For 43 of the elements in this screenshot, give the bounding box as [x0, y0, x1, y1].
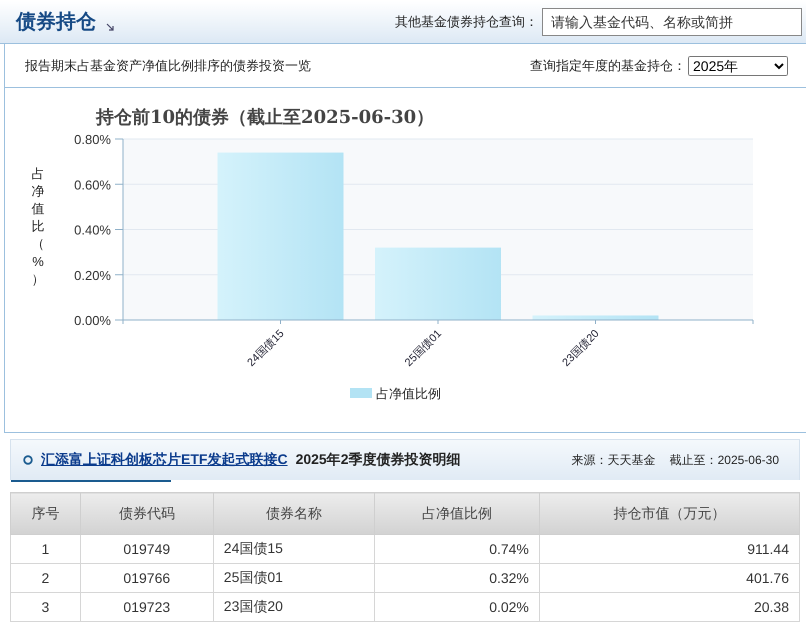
x-tick-label: 25国债01 [402, 328, 444, 369]
table-cell: 019749 [80, 534, 214, 564]
y-axis-title: 占净值比（%） [32, 166, 44, 286]
x-tick-label: 24国债15 [245, 328, 287, 369]
table-cell: 911.44 [539, 534, 800, 564]
column-header: 占净值比例 [374, 492, 540, 534]
table-cell: 23国债20 [213, 592, 375, 622]
y-tick-label: 0.80% [74, 132, 111, 147]
table-cell: 0.02% [374, 592, 540, 622]
table-cell: 3 [10, 592, 80, 622]
chart-title: 持仓前10的债券（截止至2025-06-30） [96, 107, 434, 128]
y-tick-label: 0.20% [74, 268, 111, 283]
circle-icon [23, 455, 33, 465]
year-label: 查询指定年度的基金持仓： [530, 56, 686, 74]
table-cell: 1 [10, 534, 80, 564]
column-header: 债券代码 [80, 492, 214, 534]
as-of-date: 截止至：2025-06-30 [670, 452, 779, 468]
x-tick-label: 23国债20 [560, 328, 602, 369]
table-cell: 24国债15 [213, 534, 375, 564]
source-text: 来源：天天基金 [572, 452, 656, 468]
y-tick-label: 0.60% [74, 177, 111, 192]
table-cell: 25国债01 [213, 564, 375, 592]
column-header: 持仓市值（万元） [539, 492, 800, 534]
table-cell: 019723 [80, 592, 214, 622]
y-tick-label: 0.00% [74, 313, 111, 328]
table-cell: 401.76 [539, 564, 800, 592]
search-field[interactable]: 请输入基金代码、名称或简拼 [542, 8, 802, 36]
page-title: 债券持仓 [16, 10, 96, 35]
table-cell: 019766 [80, 564, 214, 592]
expand-arrow-icon [106, 22, 114, 30]
table-cell: 0.74% [374, 534, 540, 564]
y-tick-label: 0.40% [74, 222, 111, 238]
detail-title: 2025年2季度债券投资明细 [296, 451, 460, 469]
year-select[interactable]: 2025年 [688, 56, 788, 76]
table-cell: 2 [10, 564, 80, 592]
fund-link[interactable]: 汇添富上证科创板芯片ETF发起式联接C [41, 451, 288, 469]
column-header: 债券名称 [213, 492, 375, 534]
table-cell: 0.32% [374, 564, 540, 592]
section-description: 报告期末占基金资产净值比例排序的债券投资一览 [25, 56, 311, 74]
table-cell: 20.38 [539, 592, 800, 622]
legend-label: 占净值比例 [376, 386, 441, 401]
search-label: 其他基金债券持仓查询： [395, 12, 538, 30]
column-header: 序号 [10, 492, 80, 534]
